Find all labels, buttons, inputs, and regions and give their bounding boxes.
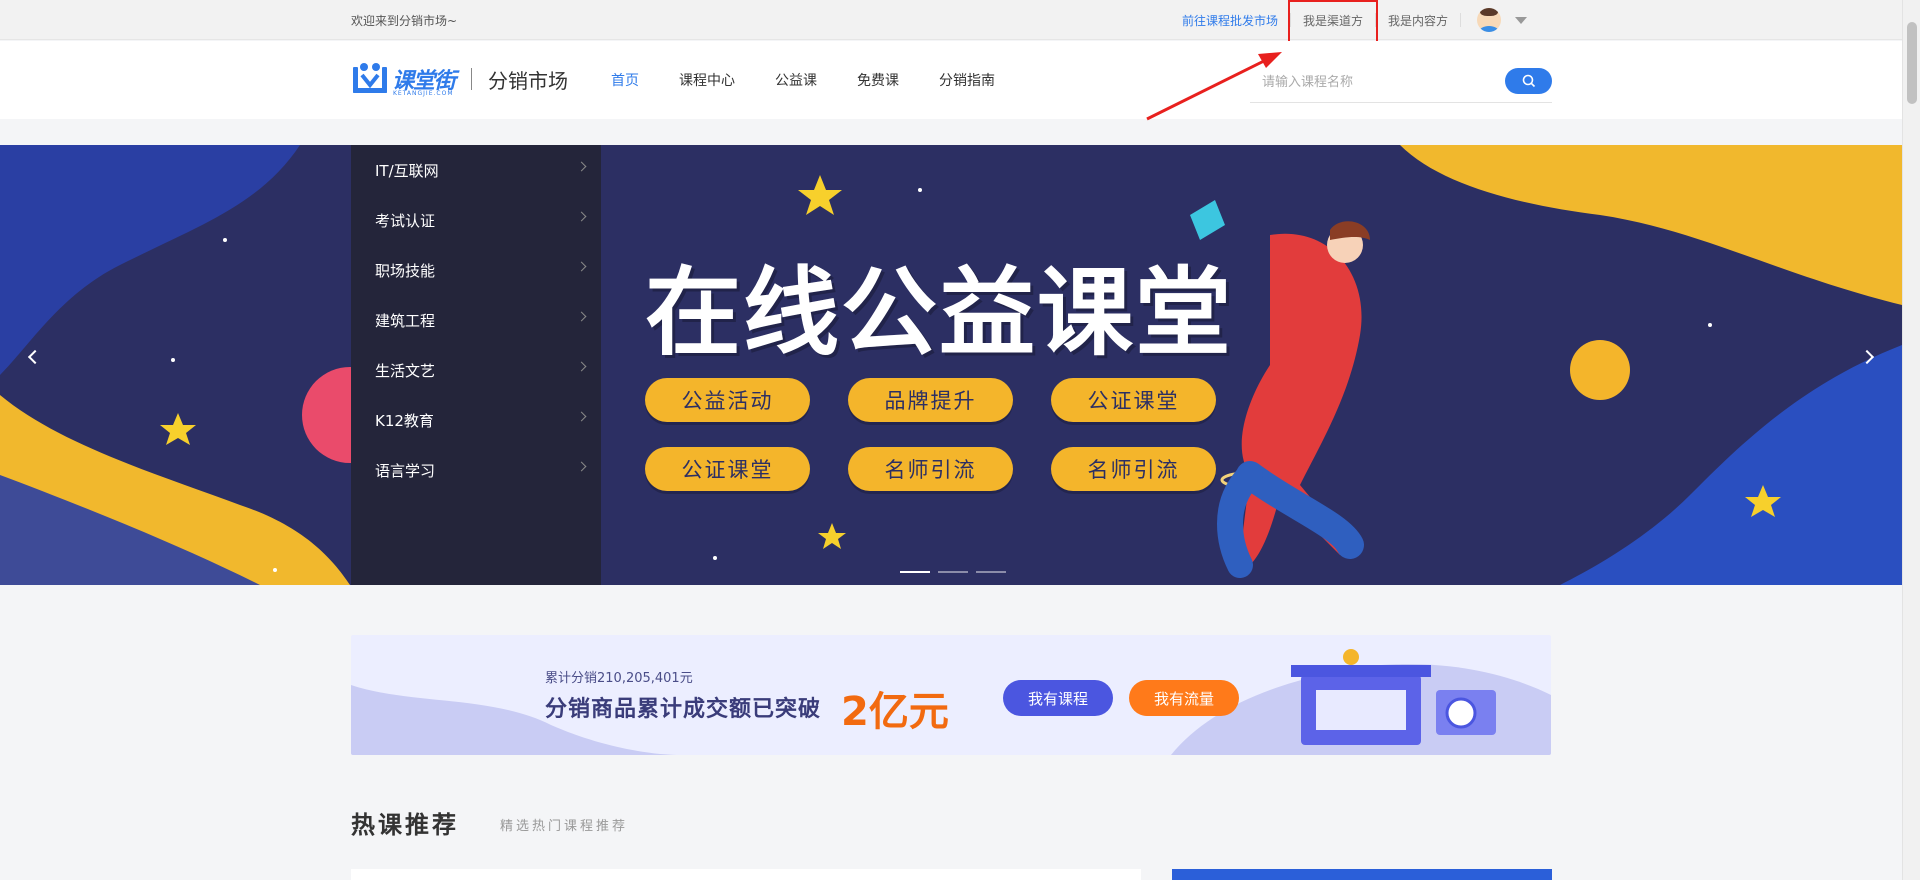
market-name: 分销市场 [488,68,569,93]
promo-headline: 分销商品累计成交额已突破 [545,697,822,722]
category-item-exam[interactable]: 考试认证 [351,195,601,245]
scrollbar-thumb[interactable] [1907,22,1917,104]
search-button[interactable] [1505,68,1552,94]
section-subtitle: 精选热门课程推荐 [500,819,629,834]
carousel-dot[interactable] [938,571,968,573]
hero-banner[interactable]: 在线公益课堂 公益活动 品牌提升 公证课堂 公证课堂 名师引流 名师引流 [0,145,1902,585]
category-label: IT/互联网 [375,161,439,180]
banner-pill: 公证课堂 [1051,378,1216,422]
search-box [1250,65,1552,103]
chevron-right-icon [576,211,587,222]
course-card[interactable] [351,869,1141,880]
page: 欢迎来到分销市场~ 前往课程批发市场 我是渠道方 我是内容方 课堂街 KETAN… [0,0,1920,880]
wholesale-market-link[interactable]: 前往课程批发市场 [1182,12,1290,29]
header: 课堂街 KETANGJIE.COM 分销市场 首页 课程中心 公益课 免费课 分… [0,41,1902,119]
category-label: 建筑工程 [375,311,436,330]
carousel-dot[interactable] [976,571,1006,573]
chevron-right-icon [576,411,587,422]
banner-title: 在线公益课堂 [645,257,1233,369]
chevron-right-icon [576,311,587,322]
section-title: 热课推荐 [351,811,459,839]
category-label: 语言学习 [375,461,436,480]
category-menu: IT/互联网 考试认证 职场技能 建筑工程 生活文艺 K12教育 语言学习 [351,145,601,585]
logo[interactable]: 课堂街 KETANGJIE.COM 分销市场 [351,61,568,97]
banner-pill: 品牌提升 [848,378,1013,422]
nav-course-center[interactable]: 课程中心 [679,70,735,90]
banner-pill: 公益活动 [645,378,810,422]
nav-distribution-guide[interactable]: 分销指南 [939,70,995,90]
banner-pill: 公证课堂 [645,447,810,491]
chevron-down-icon[interactable] [1515,16,1528,24]
category-label: K12教育 [375,411,434,430]
chevron-right-icon [576,161,587,172]
search-icon [1522,74,1535,88]
nav-free-courses[interactable]: 免费课 [857,70,899,90]
chevron-right-icon [576,461,587,472]
category-label: 职场技能 [375,261,436,280]
category-item-construction[interactable]: 建筑工程 [351,295,601,345]
banner-pill: 名师引流 [1051,447,1216,491]
chevron-right-icon [576,261,587,272]
promo-banner[interactable]: 累计分销210,205,401元 分销商品累计成交额已突破 2亿元 我有课程 我… [351,635,1551,755]
category-item-language[interactable]: 语言学习 [351,445,601,495]
category-label: 生活文艺 [375,361,436,380]
logo-icon [353,63,387,93]
logo-subtext: KETANGJIE.COM [393,90,454,97]
category-label: 考试认证 [375,211,436,230]
promo-stat: 累计分销210,205,401元 [545,671,693,686]
nav-home[interactable]: 首页 [611,70,639,90]
i-have-courses-button[interactable]: 我有课程 [1003,680,1113,716]
search-input[interactable] [1250,65,1490,97]
category-item-lifestyle[interactable]: 生活文艺 [351,345,601,395]
avatar[interactable] [1477,8,1502,32]
welcome-text: 欢迎来到分销市场~ [351,14,458,28]
category-item-workplace[interactable]: 职场技能 [351,245,601,295]
course-card-image[interactable] [1172,869,1552,880]
divider [1460,13,1462,27]
chevron-right-icon [576,361,587,372]
content-provider-link[interactable]: 我是内容方 [1376,12,1460,29]
banner-pill: 名师引流 [848,447,1013,491]
nav-public-welfare[interactable]: 公益课 [775,70,817,90]
top-bar: 欢迎来到分销市场~ 前往课程批发市场 我是渠道方 我是内容方 [0,0,1902,50]
page-scrollbar[interactable] [1902,0,1920,880]
promo-illustration [351,649,1551,755]
category-item-k12[interactable]: K12教育 [351,395,601,445]
category-item-it[interactable]: IT/互联网 [351,145,601,195]
promo-amount: 2亿元 [841,689,949,735]
main-nav: 首页 课程中心 公益课 免费课 分销指南 [611,41,1035,119]
i-have-traffic-button[interactable]: 我有流量 [1129,680,1239,716]
carousel-dots [900,571,1006,573]
carousel-dot[interactable] [900,571,930,573]
divider [471,68,473,90]
